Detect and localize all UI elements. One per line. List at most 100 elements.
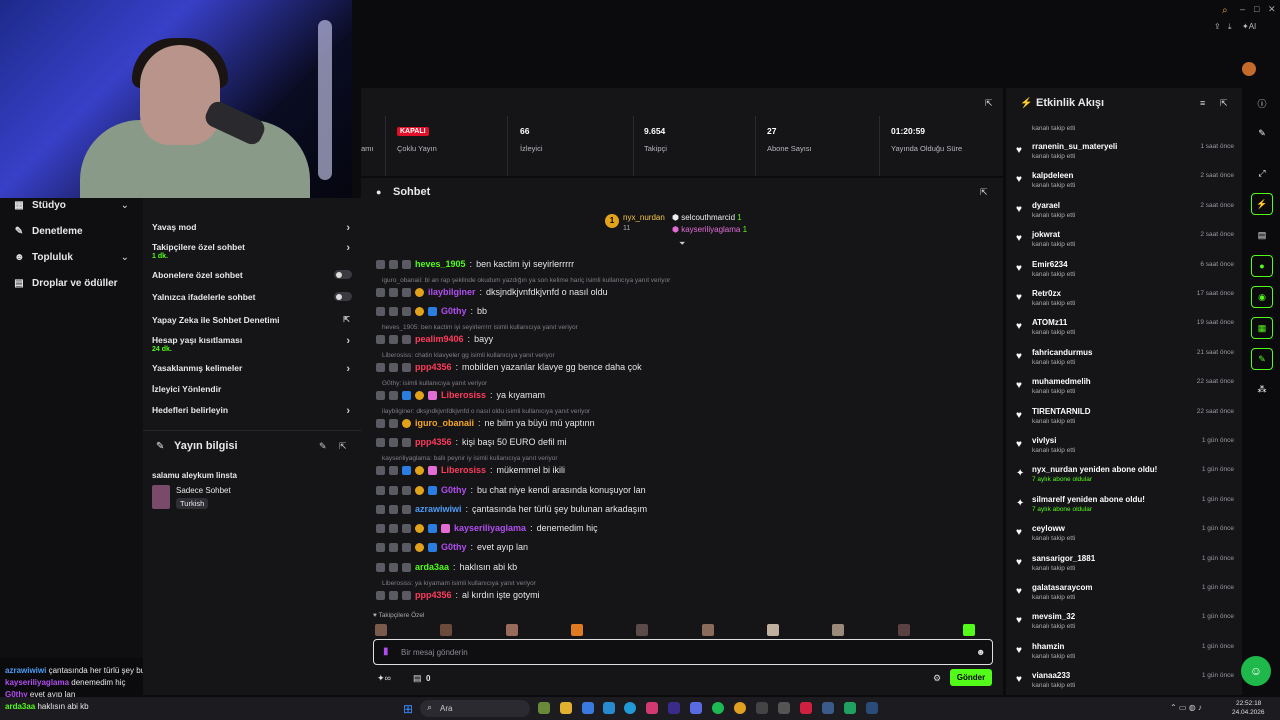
clock-time[interactable]: 22:52:18 (1236, 700, 1261, 707)
chat-username[interactable]: ppp4356 (415, 590, 452, 600)
nav-item-moderation[interactable]: ✎ Denetleme (14, 226, 83, 237)
emote-icon[interactable] (375, 624, 387, 636)
chat-input[interactable]: ▮ Bir mesaj gönderin ☻ (373, 639, 993, 665)
stat-multistream[interactable]: KAPALI Çoklu Yayın (397, 126, 437, 153)
top-gifter-name[interactable]: nyx_nurdan (623, 213, 665, 222)
minimize-icon[interactable]: – (1240, 4, 1245, 14)
ai-moderation-row[interactable]: Yapay Zeka ile Sohbet Denetimi ⇱ (152, 315, 352, 325)
chat-message[interactable]: Liberosiss: ya kıyamam (376, 390, 545, 400)
activity-item[interactable]: ♥ galatasaraycom kanalı takip etti 1 gün ön… (1016, 582, 1234, 608)
pinned-user[interactable]: ⬢ kayseriliyaglama 1 (672, 225, 747, 234)
account-age-row[interactable]: Hesap yaşı kısıtlaması 24 dk. › (152, 335, 352, 353)
banned-words-row[interactable]: Yasaklanmış kelimeler › (152, 363, 352, 375)
nav-item-drops[interactable]: ▤ Droplar ve ödüller (14, 278, 117, 289)
edit-icon[interactable]: ✎ (319, 441, 327, 452)
app-icon[interactable] (844, 702, 856, 714)
chat-message[interactable]: ilaybilginer: dksjndkjvnfdkjvnfd o nasıl… (376, 287, 608, 297)
windows-start-icon[interactable]: ⊞ (403, 702, 413, 716)
avatar[interactable] (1242, 62, 1256, 76)
obs-icon[interactable] (800, 702, 812, 714)
activity-item[interactable]: ♥ kalpdeleen kanalı takip etti 2 saat önce (1016, 170, 1234, 196)
emote-icon[interactable] (766, 624, 779, 636)
photos-icon[interactable] (646, 702, 658, 714)
chat-username[interactable]: ppp4356 (415, 437, 452, 447)
chat-username[interactable]: kayseriliyaglama (454, 523, 526, 533)
chat-username[interactable]: Liberosiss (441, 390, 486, 400)
activity-item[interactable]: ♥ vianaa233 kanalı takip etti 1 gün önce (1016, 670, 1234, 696)
pencil-icon[interactable]: ✎ (1251, 122, 1273, 144)
emote-icon[interactable] (701, 624, 714, 636)
discord-icon[interactable] (690, 702, 702, 714)
xbox-icon[interactable] (538, 702, 550, 714)
chat-username[interactable]: ilaybilginer (428, 287, 476, 297)
collapse-icon[interactable]: ⏷ (679, 239, 685, 249)
chat-username[interactable]: G0thy (441, 306, 467, 316)
app-icon[interactable] (756, 702, 768, 714)
points-icon[interactable]: ✦∞ (377, 673, 391, 684)
popout-icon[interactable]: ⇱ (1220, 98, 1228, 109)
activity-item[interactable]: ♥ Retr0zx kanalı takip etti 17 saat önce (1016, 288, 1234, 314)
chat-username[interactable]: pealim9406 (415, 334, 464, 344)
folder-icon[interactable] (560, 702, 572, 714)
chat-username[interactable]: heves_1905 (415, 259, 466, 269)
emote-icon[interactable] (570, 624, 583, 636)
chat-username[interactable]: azrawiwiwi (415, 504, 462, 514)
emote-icon[interactable] (832, 624, 845, 636)
app-icon[interactable] (822, 702, 834, 714)
chat-message[interactable]: arda3aa: haklısın abi kb (376, 562, 517, 572)
chat-username[interactable]: arda3aa (415, 562, 449, 572)
activity-item[interactable]: ♥ sansarigor_1881 kanalı takip etti 1 gün ö… (1016, 553, 1234, 579)
activity-item[interactable]: ♥ ceyloww kanalı takip etti 1 gün önce (1016, 523, 1234, 549)
activity-item[interactable]: ♥ hhamzin kanalı takip etti 1 gün önce (1016, 641, 1234, 667)
popout-icon[interactable]: ⇱ (985, 98, 993, 109)
spotify-icon[interactable] (712, 702, 724, 714)
filter-icon[interactable]: ≡ (1200, 98, 1205, 108)
pinned-user[interactable]: ⬢ selcouthmarcid 1 (672, 213, 742, 222)
chat-message[interactable]: G0thy: bb (376, 306, 487, 316)
nav-item-community[interactable]: ☻ Topluluk (14, 252, 73, 263)
chevron-down-icon[interactable]: ⌄ (121, 252, 129, 263)
expand-icon[interactable]: ⤢ (1251, 162, 1273, 184)
chrome-icon[interactable] (734, 702, 746, 714)
steam-icon[interactable] (866, 702, 878, 714)
gear-icon[interactable]: ⚙ (933, 673, 941, 684)
chat-message[interactable]: azrawiwiwi: çantasında her türlü şey bul… (376, 504, 647, 514)
chat-message[interactable]: heves_1905: ben kactim iyi seyirlerrrrr (376, 259, 574, 269)
microphone-icon[interactable]: ▮ (383, 646, 389, 657)
chevron-down-icon[interactable]: ⌄ (121, 200, 129, 211)
activity-item[interactable]: ♥ jokwrat kanalı takip etti 2 saat önce (1016, 229, 1234, 255)
send-button[interactable]: Gönder (950, 669, 992, 686)
activity-item[interactable]: ♥ rranenin_su_materyeli kanalı takip etti 1… (1016, 141, 1234, 167)
mail-icon[interactable] (603, 702, 615, 714)
card-icon[interactable]: ▦ (1251, 317, 1273, 339)
emote-icon[interactable] (636, 624, 649, 636)
chat-username[interactable]: G0thy (441, 542, 467, 552)
activity-item[interactable]: ✦ nyx_nurdan yeniden abone oldu! 7 aylık a… (1016, 464, 1234, 490)
set-goals-row[interactable]: Hedefleri belirleyin › (152, 405, 352, 417)
emote-icon[interactable] (962, 624, 975, 636)
ai-button[interactable]: ✦AI (1242, 22, 1256, 31)
activity-item[interactable]: ♥ dyarael kanalı takip etti 2 saat önce (1016, 200, 1234, 226)
share-icon[interactable]: ⇪ (1214, 22, 1221, 31)
clock-date[interactable]: 24.04.2026 (1232, 709, 1265, 716)
redirect-viewers-row[interactable]: İzleyici Yönlendir (152, 384, 352, 394)
chat-message[interactable]: G0thy: evet ayıp lan (376, 542, 528, 552)
followers-only-row[interactable]: Takipçilere özel sohbet 1 dk. › (152, 242, 352, 260)
emoji-icon[interactable]: ☻ (976, 647, 985, 657)
chat-message[interactable]: pealim9406: bayy (376, 334, 493, 344)
maximize-icon[interactable]: □ (1254, 4, 1259, 14)
download-icon[interactable]: ⤓ (1228, 22, 1232, 32)
info-icon[interactable]: ⓘ (1251, 92, 1273, 114)
premiere-icon[interactable] (668, 702, 680, 714)
chat-bubble-icon[interactable]: ● (1251, 255, 1273, 277)
tray-icons[interactable]: ⌃ ▭ ◍ ♪ (1170, 703, 1202, 712)
activity-item[interactable]: ♥ vivlysi kanalı takip etti 1 gün önce (1016, 435, 1234, 461)
chat-username[interactable]: iguro_obanaii (415, 418, 474, 428)
lightning-icon[interactable]: ⚡ (1251, 193, 1273, 215)
popout-icon[interactable]: ⇱ (339, 441, 347, 452)
wrench-icon[interactable]: ✎ (1251, 348, 1273, 370)
activity-item[interactable]: ♥ muhamedmelih kanalı takip etti 22 saat ön… (1016, 376, 1234, 402)
apps-icon[interactable]: ⁂ (1251, 378, 1273, 400)
chat-username[interactable]: Liberosiss (441, 465, 486, 475)
gift-icon[interactable]: ▤ (413, 673, 422, 684)
